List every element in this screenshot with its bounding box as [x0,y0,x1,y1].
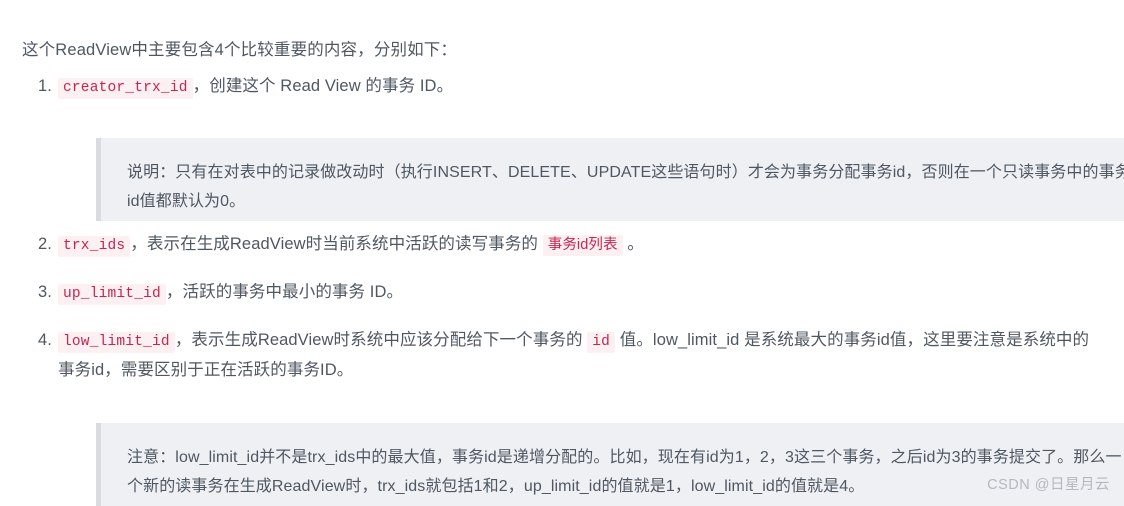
list-item-2-text-mid: ，表示在生成ReadView时当前系统中活跃的读写事务的 [130,235,543,253]
note-box-caution: 注意：low_limit_id并不是trx_ids中的最大值，事务id是递增分配… [96,423,1124,506]
note-1-inner: 说明：只有在对表中的记录做改动时（执行INSERT、DELETE、UPDATE这… [127,158,1124,216]
code-trx-id-list: 事务id列表 [542,235,623,256]
list-item-4-text-mid: ，表示生成ReadView时系统中应该分配给下一个事务的 [174,331,588,349]
list-item-low-limit-id: 4. low_limit_id ，表示生成ReadView时系统中应该分配给下一个… [0,326,1124,384]
list-item-3-text: ，活跃的事务中最小的事务 ID。 [165,283,404,301]
list-item-4-body: low_limit_id ，表示生成ReadView时系统中应该分配给下一个事务的… [58,326,1104,384]
list-item-trx-ids: 2. trx_ids ，表示在生成ReadView时当前系统中活跃的读写事务的 事… [0,230,1124,260]
code-up-limit-id: up_limit_id [58,284,166,305]
note-2-inner: 注意：low_limit_id并不是trx_ids中的最大值，事务id是递增分配… [127,443,1124,501]
readview-field-list: 1. creator_trx_id ，创建这个 Read View 的事务 ID。… [0,72,1124,384]
list-item-2-body: trx_ids ，表示在生成ReadView时当前系统中活跃的读写事务的 事务id… [58,230,1124,260]
list-marker-1: 1. [38,77,52,95]
code-creator-trx-id: creator_trx_id [58,78,193,99]
list-marker-3: 3. [38,283,52,301]
list-item-up-limit-id: 3. up_limit_id ，活跃的事务中最小的事务 ID。 [0,278,1124,308]
note-box-explanation: 说明：只有在对表中的记录做改动时（执行INSERT、DELETE、UPDATE这… [96,138,1124,221]
csdn-watermark: CSDN @日星月云 [987,477,1110,493]
intro-paragraph: 这个ReadView中主要包含4个比较重要的内容，分别如下： [22,40,458,59]
note-1-text: 说明：只有在对表中的记录做改动时（执行INSERT、DELETE、UPDATE这… [127,164,1124,210]
list-marker-4: 4. [38,331,52,349]
code-trx-ids: trx_ids [58,236,131,257]
list-item-3-body: up_limit_id ，活跃的事务中最小的事务 ID。 [58,278,1124,308]
note-2-text: 注意：low_limit_id并不是trx_ids中的最大值，事务id是递增分配… [127,449,1122,495]
code-low-limit-id: low_limit_id [58,332,175,353]
list-item-1-body: creator_trx_id ，创建这个 Read View 的事务 ID。 [58,72,1124,102]
list-marker-2: 2. [38,235,52,253]
list-item-2-text-after: 。 [622,235,644,253]
list-item-creator-trx-id: 1. creator_trx_id ，创建这个 Read View 的事务 ID。 [0,72,1124,102]
document-page: 这个ReadView中主要包含4个比较重要的内容，分别如下： 1. creato… [0,0,1124,506]
list-item-1-text: ，创建这个 Read View 的事务 ID。 [192,77,454,95]
code-id: id [587,332,616,353]
